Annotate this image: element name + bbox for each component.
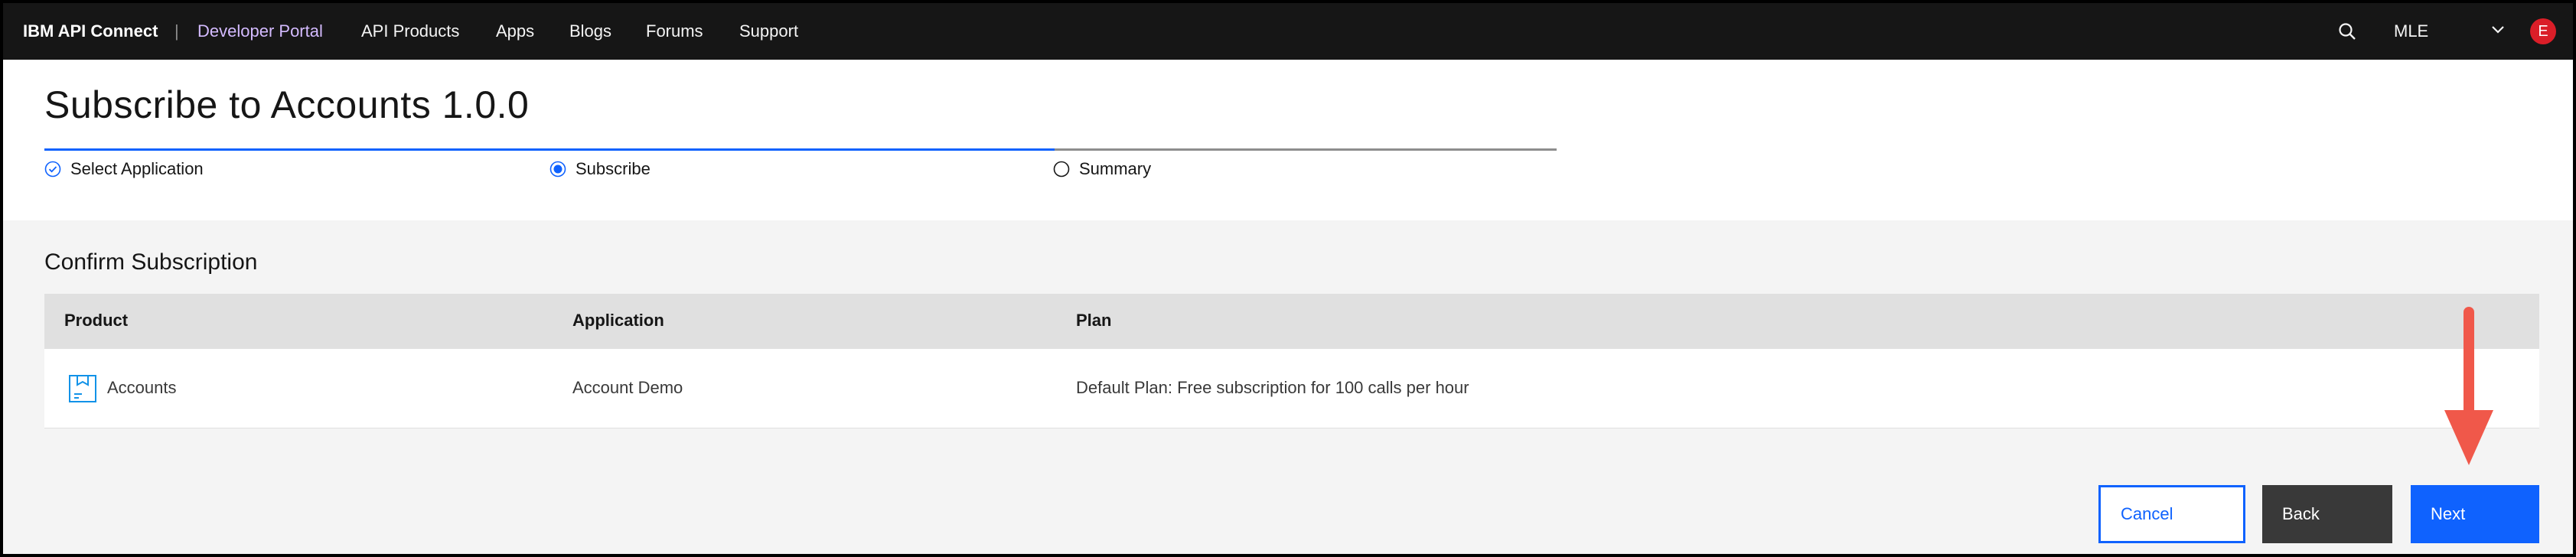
section-title: Confirm Subscription [44,249,258,275]
top-navigation: IBM API Connect | Developer Portal API P… [3,3,2573,60]
product-box-icon [69,375,96,402]
nav-support[interactable]: Support [739,21,798,41]
cancel-button[interactable]: Cancel [2098,485,2245,543]
cell-product: Accounts [107,378,177,397]
annotation-arrow-icon [2444,307,2493,465]
brand-logo[interactable]: IBM API Connect [23,21,158,41]
step-summary[interactable]: Summary [1053,159,1151,179]
radio-selected-icon [549,161,566,178]
next-button[interactable]: Next [2411,485,2539,543]
nav-apps[interactable]: Apps [496,21,534,41]
step-label: Summary [1079,159,1152,178]
nav-developer-portal[interactable]: Developer Portal [197,21,323,41]
nav-forums[interactable]: Forums [646,21,703,41]
checkmark-outline-icon [44,161,61,178]
search-icon[interactable] [2337,21,2357,41]
column-header-product: Product [64,311,129,330]
column-header-plan: Plan [1076,311,1112,330]
step-label: Select Application [70,159,204,178]
avatar[interactable]: E [2530,18,2556,44]
app-window: IBM API Connect | Developer Portal API P… [0,0,2576,557]
page-header: Subscribe to Accounts 1.0.0 Select Appli… [3,60,2573,220]
radio-empty-icon [1053,161,1070,178]
user-menu-label[interactable]: MLE [2394,21,2428,41]
nav-blogs[interactable]: Blogs [569,21,611,41]
nav-api-products[interactable]: API Products [361,21,459,41]
subscription-table: Product Application Plan Accounts Accoun… [44,294,2539,428]
table-row: Accounts Account Demo Default Plan: Free… [44,349,2539,428]
chevron-down-icon[interactable] [2490,24,2506,35]
column-header-application: Application [572,311,664,330]
brand-separator: | [174,21,179,41]
back-button[interactable]: Back [2262,485,2392,543]
page-title: Subscribe to Accounts 1.0.0 [44,83,530,126]
progress-fill [44,148,1055,151]
step-select-application[interactable]: Select Application [44,159,204,179]
step-subscribe[interactable]: Subscribe [549,159,651,179]
cell-plan: Default Plan: Free subscription for 100 … [1076,378,1469,397]
cell-application: Account Demo [572,378,683,397]
step-label: Subscribe [576,159,651,178]
table-header: Product Application Plan [44,294,2539,349]
